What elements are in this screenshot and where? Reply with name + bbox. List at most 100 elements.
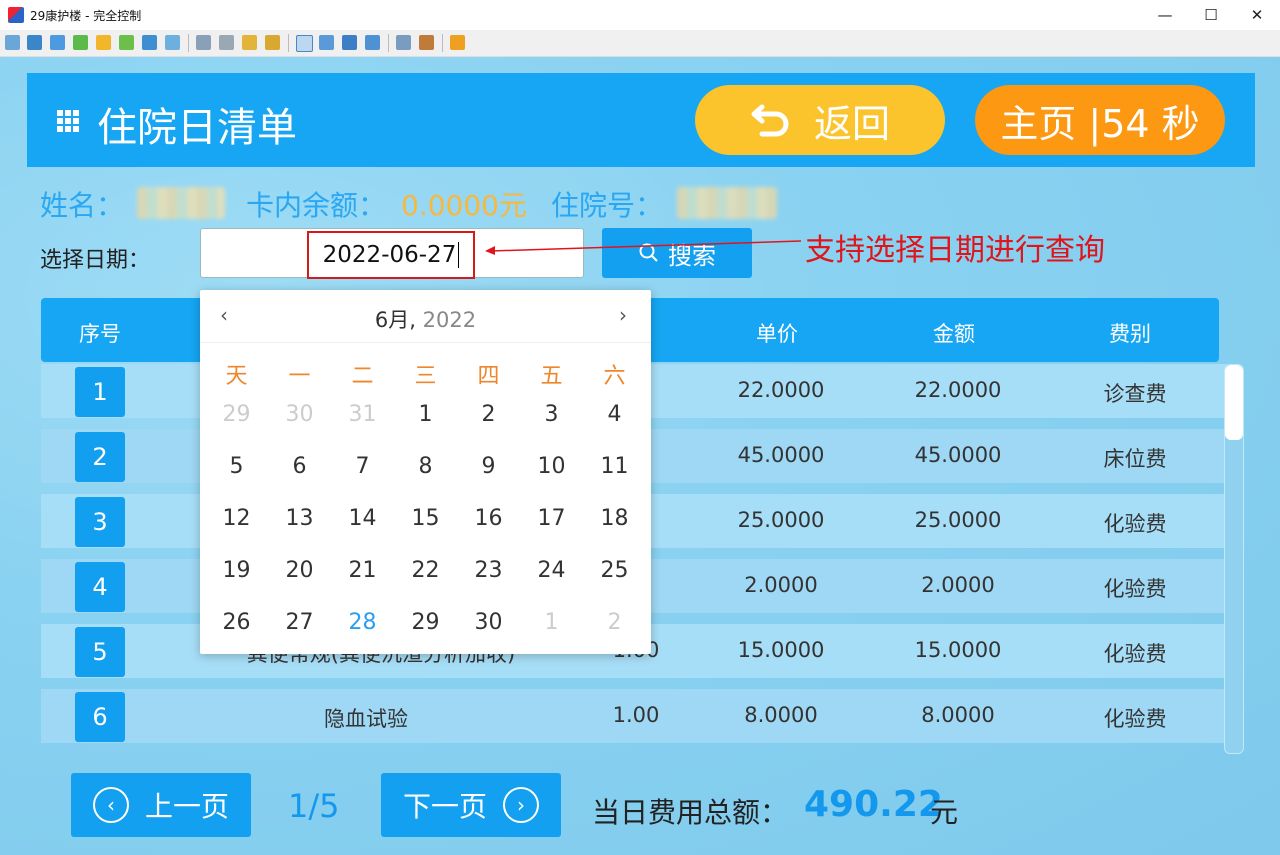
- calendar-header: 6月, 2022 ‹ ›: [200, 290, 651, 343]
- power-icon[interactable]: [96, 35, 111, 50]
- calendar-day[interactable]: 5: [205, 454, 268, 479]
- header-seq: 序号: [79, 322, 121, 346]
- chevron-left-icon: ‹: [92, 787, 129, 823]
- fit-icon[interactable]: [319, 35, 334, 50]
- next-month-button[interactable]: ›: [619, 303, 627, 327]
- row-price: 45.0000: [737, 443, 825, 467]
- calendar-day[interactable]: 29: [205, 402, 268, 427]
- toolbar-divider: [288, 34, 289, 52]
- calendar-day[interactable]: 18: [583, 506, 646, 531]
- back-button[interactable]: 返回: [695, 85, 945, 155]
- page-header: 住院日清单 返回 主页 |54 秒: [27, 73, 1255, 167]
- next-page-button[interactable]: 下一页 ›: [381, 773, 561, 837]
- home-label: 主页 |54 秒: [1000, 101, 1200, 146]
- calendar-day[interactable]: 12: [205, 506, 268, 531]
- calendar-day[interactable]: 11: [583, 454, 646, 479]
- calendar-day[interactable]: 2: [583, 610, 646, 635]
- copy-icon[interactable]: [396, 35, 411, 50]
- calendar-day[interactable]: 29: [394, 610, 457, 635]
- calendar-day[interactable]: 8: [394, 454, 457, 479]
- screen-icon[interactable]: [5, 35, 20, 50]
- phone-icon[interactable]: [142, 35, 157, 50]
- calendar-day[interactable]: 13: [268, 506, 331, 531]
- app-content: 住院日清单 返回 主页 |54 秒 姓名： 卡内余额： 0.0000元 住院号：…: [0, 57, 1280, 855]
- home-button[interactable]: 主页 |54 秒: [975, 85, 1225, 155]
- calendar-day[interactable]: 15: [394, 506, 457, 531]
- calendar-day[interactable]: 30: [457, 610, 520, 635]
- fullscreen-icon[interactable]: [342, 35, 357, 50]
- next-page-label: 下一页: [402, 790, 487, 823]
- weekday-header: 三: [414, 364, 437, 389]
- calendar-day[interactable]: 26: [205, 610, 268, 635]
- admission-label: 住院号：: [551, 189, 664, 222]
- calendar-day[interactable]: 23: [457, 558, 520, 583]
- weekday-header: 五: [540, 364, 563, 389]
- calendar-day[interactable]: 24: [520, 558, 583, 583]
- patient-name-redacted: [137, 187, 225, 219]
- calendar-day[interactable]: 14: [331, 506, 394, 531]
- page-title: 住院日清单: [97, 105, 297, 151]
- row-category: 化验费: [1103, 512, 1167, 536]
- row-price: 25.0000: [737, 508, 825, 532]
- tools-icon[interactable]: [419, 35, 434, 50]
- total-unit: 元: [930, 796, 959, 829]
- close-button[interactable]: ✕: [1234, 0, 1280, 30]
- calendar-day[interactable]: 1: [520, 610, 583, 635]
- date-value[interactable]: 2022-06-27: [307, 231, 475, 279]
- message-icon[interactable]: [165, 35, 180, 50]
- calendar-day[interactable]: 1: [394, 402, 457, 427]
- calendar-day-today[interactable]: 28: [331, 610, 394, 635]
- table-row[interactable]: 6 隐血试验 1.00 8.0000 8.0000 化验费: [41, 689, 1227, 743]
- weekday-header: 一: [288, 364, 311, 389]
- prev-page-button[interactable]: ‹ 上一页: [71, 773, 251, 837]
- row-amount: 2.0000: [921, 573, 995, 597]
- calendar-day[interactable]: 27: [268, 610, 331, 635]
- row-qty: 1.00: [612, 703, 660, 727]
- unlock-icon[interactable]: [265, 35, 280, 50]
- row-seq: 2: [75, 432, 125, 482]
- calendar-day[interactable]: 30: [268, 402, 331, 427]
- remote-toolbar: [0, 30, 1280, 57]
- calendar-day[interactable]: 22: [394, 558, 457, 583]
- row-category: 床位费: [1103, 447, 1167, 471]
- calendar-day[interactable]: 7: [331, 454, 394, 479]
- users-icon[interactable]: [219, 35, 234, 50]
- calendar-day[interactable]: 20: [268, 558, 331, 583]
- maximize-button[interactable]: ☐: [1188, 0, 1234, 30]
- disconnect-icon[interactable]: [450, 35, 465, 50]
- table-scrollbar[interactable]: [1224, 364, 1244, 754]
- calendar-year[interactable]: 2022: [423, 308, 476, 332]
- page-indicator: 1/5: [288, 787, 340, 825]
- calendar-day[interactable]: 31: [331, 402, 394, 427]
- calendar-day[interactable]: 3: [520, 402, 583, 427]
- console-icon[interactable]: [50, 35, 65, 50]
- row-seq: 6: [75, 692, 125, 742]
- scale-icon[interactable]: [365, 35, 380, 50]
- calendar-day[interactable]: 19: [205, 558, 268, 583]
- calendar-day[interactable]: 2: [457, 402, 520, 427]
- calendar-day[interactable]: 6: [268, 454, 331, 479]
- weekday-header: 天: [225, 364, 248, 389]
- monitor-icon[interactable]: [27, 35, 42, 50]
- row-seq: 1: [75, 367, 125, 417]
- calendar-day[interactable]: 25: [583, 558, 646, 583]
- total-label: 当日费用总额：: [592, 796, 789, 829]
- chat-icon[interactable]: [119, 35, 134, 50]
- lock-icon[interactable]: [242, 35, 257, 50]
- minimize-button[interactable]: —: [1142, 0, 1188, 30]
- calendar-day[interactable]: 10: [520, 454, 583, 479]
- user-icon[interactable]: [196, 35, 211, 50]
- calendar-day[interactable]: 21: [331, 558, 394, 583]
- calendar-day[interactable]: 9: [457, 454, 520, 479]
- row-amount: 22.0000: [914, 378, 1002, 402]
- calendar-day[interactable]: 4: [583, 402, 646, 427]
- transfer-icon[interactable]: [73, 35, 88, 50]
- calendar-day[interactable]: 16: [457, 506, 520, 531]
- toolbar-divider: [188, 34, 189, 52]
- scrollbar-thumb[interactable]: [1225, 365, 1243, 440]
- window-mode-icon[interactable]: [296, 35, 313, 52]
- row-category: 诊查费: [1103, 382, 1167, 406]
- prev-month-button[interactable]: ‹: [220, 303, 228, 327]
- row-amount: 25.0000: [914, 508, 1002, 532]
- calendar-day[interactable]: 17: [520, 506, 583, 531]
